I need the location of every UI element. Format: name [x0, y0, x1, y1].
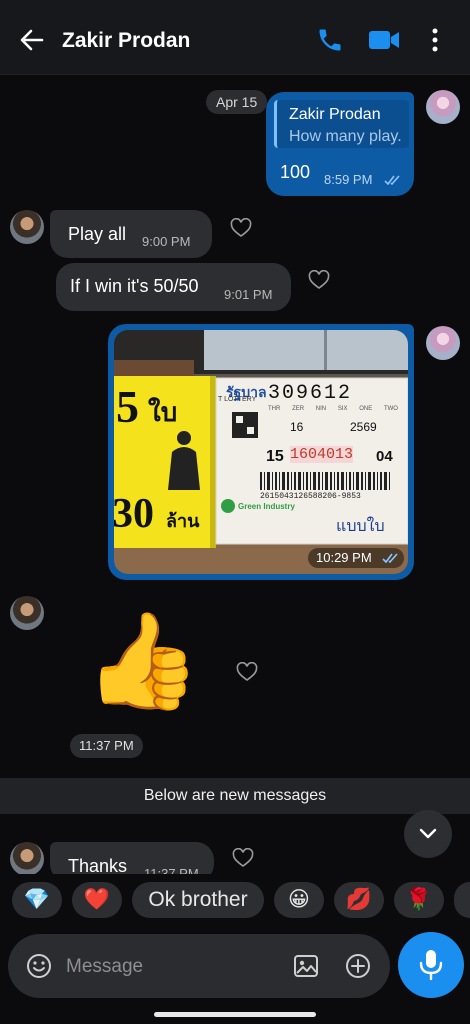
message-composer: [8, 934, 390, 998]
ticket-bottom-number: 30: [114, 491, 154, 537]
quick-reply-ok-brother[interactable]: Ok brother: [132, 882, 264, 918]
new-messages-banner: Below are new messages: [0, 778, 470, 814]
thumbs-up-emoji-message[interactable]: 👍: [84, 614, 201, 708]
reply-sender-name: Zakir Prodan: [289, 106, 381, 123]
message-text: If I win it's 50/50: [70, 276, 199, 296]
ticket-number: 309612: [268, 382, 353, 405]
plus-circle-icon[interactable]: [344, 952, 372, 980]
heart-icon[interactable]: [236, 662, 258, 682]
avatar[interactable]: [426, 326, 460, 360]
lottery-sub: T LOTTERY: [218, 396, 257, 403]
avatar[interactable]: [10, 596, 44, 630]
date-divider: Apr 15: [206, 90, 268, 114]
outgoing-message-bubble[interactable]: Zakir Prodan How many play. 100 8:59 PM: [266, 92, 414, 196]
lottery-ticket-photo[interactable]: 5 ใบ 30 ล้าน รัฐบาล T LOTTERY 309612 THR…: [114, 330, 408, 574]
message-time: 9:01 PM: [224, 287, 273, 302]
draw-year: 2569: [350, 420, 377, 434]
video-camera-icon[interactable]: [368, 27, 400, 53]
incoming-message-bubble[interactable]: If I win it's 50/50 9:01 PM: [56, 263, 291, 311]
heart-icon[interactable]: [230, 218, 252, 238]
quick-reply-kiss[interactable]: 💋: [334, 882, 384, 918]
phone-icon[interactable]: [316, 26, 344, 54]
message-text: Play all: [68, 224, 127, 244]
outgoing-photo-bubble[interactable]: 5 ใบ 30 ล้าน รัฐบาล T LOTTERY 309612 THR…: [108, 324, 414, 580]
contact-name[interactable]: Zakir Prodan: [62, 29, 190, 53]
ticket-big-number: 5: [116, 381, 139, 432]
microphone-icon: [419, 950, 443, 981]
ticket-thai-unit: ใบ: [148, 397, 178, 427]
quick-reply-more[interactable]: [454, 882, 470, 918]
digit-labels: THR ZER NIN SIX ONE TWO: [268, 406, 398, 412]
chevron-down-icon: [419, 828, 437, 839]
message-time: 8:59 PM: [324, 172, 373, 187]
reply-quoted-text: How many play.: [289, 128, 402, 145]
avatar[interactable]: [10, 210, 44, 244]
home-indicator[interactable]: [154, 1012, 316, 1017]
message-time: 11:37 PM: [70, 734, 143, 758]
photo-time-overlay: 10:29 PM: [308, 548, 404, 568]
avatar[interactable]: [426, 90, 460, 124]
reply-quote[interactable]: Zakir Prodan How many play.: [274, 100, 409, 148]
message-time: 9:00 PM: [142, 234, 191, 249]
serial-suffix: 04: [376, 448, 393, 465]
gallery-image-icon[interactable]: [292, 952, 320, 980]
ticket-thai-label: แบบใบ: [336, 518, 385, 535]
heart-icon[interactable]: [232, 848, 254, 868]
scroll-to-bottom-button[interactable]: [404, 810, 452, 858]
draw-day: 16: [290, 420, 304, 434]
quick-reply-heart[interactable]: ❤️: [72, 882, 122, 918]
avatar[interactable]: [10, 842, 44, 876]
message-text: 100: [280, 162, 311, 182]
double-check-icon: [384, 175, 400, 186]
quick-reply-bar: 💎 ❤️ Ok brother 😀 💋 🌹: [0, 874, 470, 928]
incoming-message-bubble[interactable]: Play all 9:00 PM: [50, 210, 212, 258]
message-input[interactable]: [64, 954, 268, 980]
chat-header: Zakir Prodan: [0, 0, 470, 75]
more-vertical-icon[interactable]: [428, 26, 442, 54]
barcode-digits: 2615043126588206-9853: [260, 492, 361, 501]
voice-message-button[interactable]: [398, 932, 464, 998]
back-arrow-icon[interactable]: [18, 26, 46, 54]
ticket-serial: 1604013: [290, 446, 354, 463]
quick-reply-rose[interactable]: 🌹: [394, 882, 444, 918]
quick-reply-diamond[interactable]: 💎: [12, 882, 62, 918]
ticket-bottom-thai: ล้าน: [166, 511, 200, 531]
double-check-icon: [382, 553, 398, 564]
message-time: 10:29 PM: [316, 550, 372, 565]
set-number: 15: [266, 448, 284, 465]
quick-reply-grin[interactable]: 😀: [274, 882, 324, 918]
maker-name: Green Industry: [238, 502, 295, 511]
barcode: [260, 472, 390, 490]
emoji-smile-icon[interactable]: [26, 953, 52, 979]
heart-icon[interactable]: [308, 270, 330, 290]
